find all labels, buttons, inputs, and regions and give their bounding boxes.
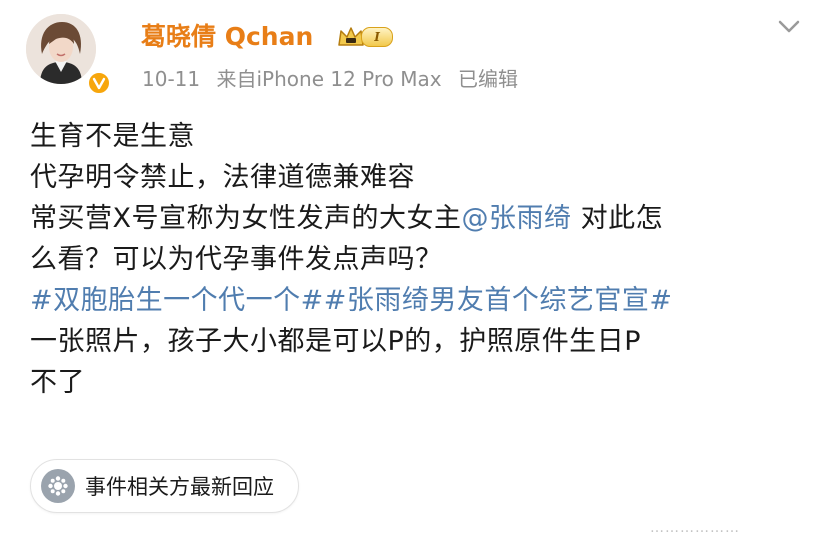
post-line: 代孕明令禁止，法律道德兼难容: [30, 162, 415, 193]
mention-link[interactable]: @张雨绮: [462, 203, 572, 234]
level-label: I: [361, 27, 393, 47]
hashtag-link[interactable]: #张雨绮男友首个综艺官宣#: [324, 285, 673, 316]
post-line: #双胞胎生一个代一个##张雨绮男友首个综艺官宣#: [30, 280, 810, 321]
related-response-label: 事件相关方最新回应: [85, 475, 274, 499]
vip-level-badge[interactable]: I: [336, 24, 393, 50]
author-name[interactable]: 葛晓倩 Qchan: [141, 22, 313, 52]
author-avatar[interactable]: [26, 14, 96, 84]
post-text: 对此怎: [571, 203, 664, 234]
verified-icon: [86, 70, 112, 96]
event-icon: [41, 469, 75, 503]
post-text: 常买营X号宣称为女性发声的大女主: [30, 203, 462, 234]
post-line: 一张照片，孩子大小都是可以P的，护照原件生日P: [30, 326, 642, 357]
hashtag-link[interactable]: #双胞胎生一个代一个#: [30, 285, 324, 316]
watermark: ………………: [650, 520, 740, 536]
post-source: 来自iPhone 12 Pro Max: [216, 67, 442, 91]
related-response-button[interactable]: 事件相关方最新回应: [30, 459, 299, 513]
post-date: 10-11: [142, 67, 201, 91]
post-content: 生育不是生意 代孕明令禁止，法律道德兼难容 常买营X号宣称为女性发声的大女主@张…: [30, 116, 810, 403]
post-line: 不了: [30, 367, 85, 398]
post-meta: 10-11 来自iPhone 12 Pro Max 已编辑: [142, 66, 528, 92]
post-line: 常买营X号宣称为女性发声的大女主@张雨绮 对此怎: [30, 198, 810, 239]
post-line: 生育不是生意: [30, 121, 195, 152]
post-line: 么看？可以为代孕事件发点声吗？: [30, 244, 443, 275]
edited-label[interactable]: 已编辑: [458, 67, 518, 91]
chevron-down-icon[interactable]: [774, 16, 804, 38]
